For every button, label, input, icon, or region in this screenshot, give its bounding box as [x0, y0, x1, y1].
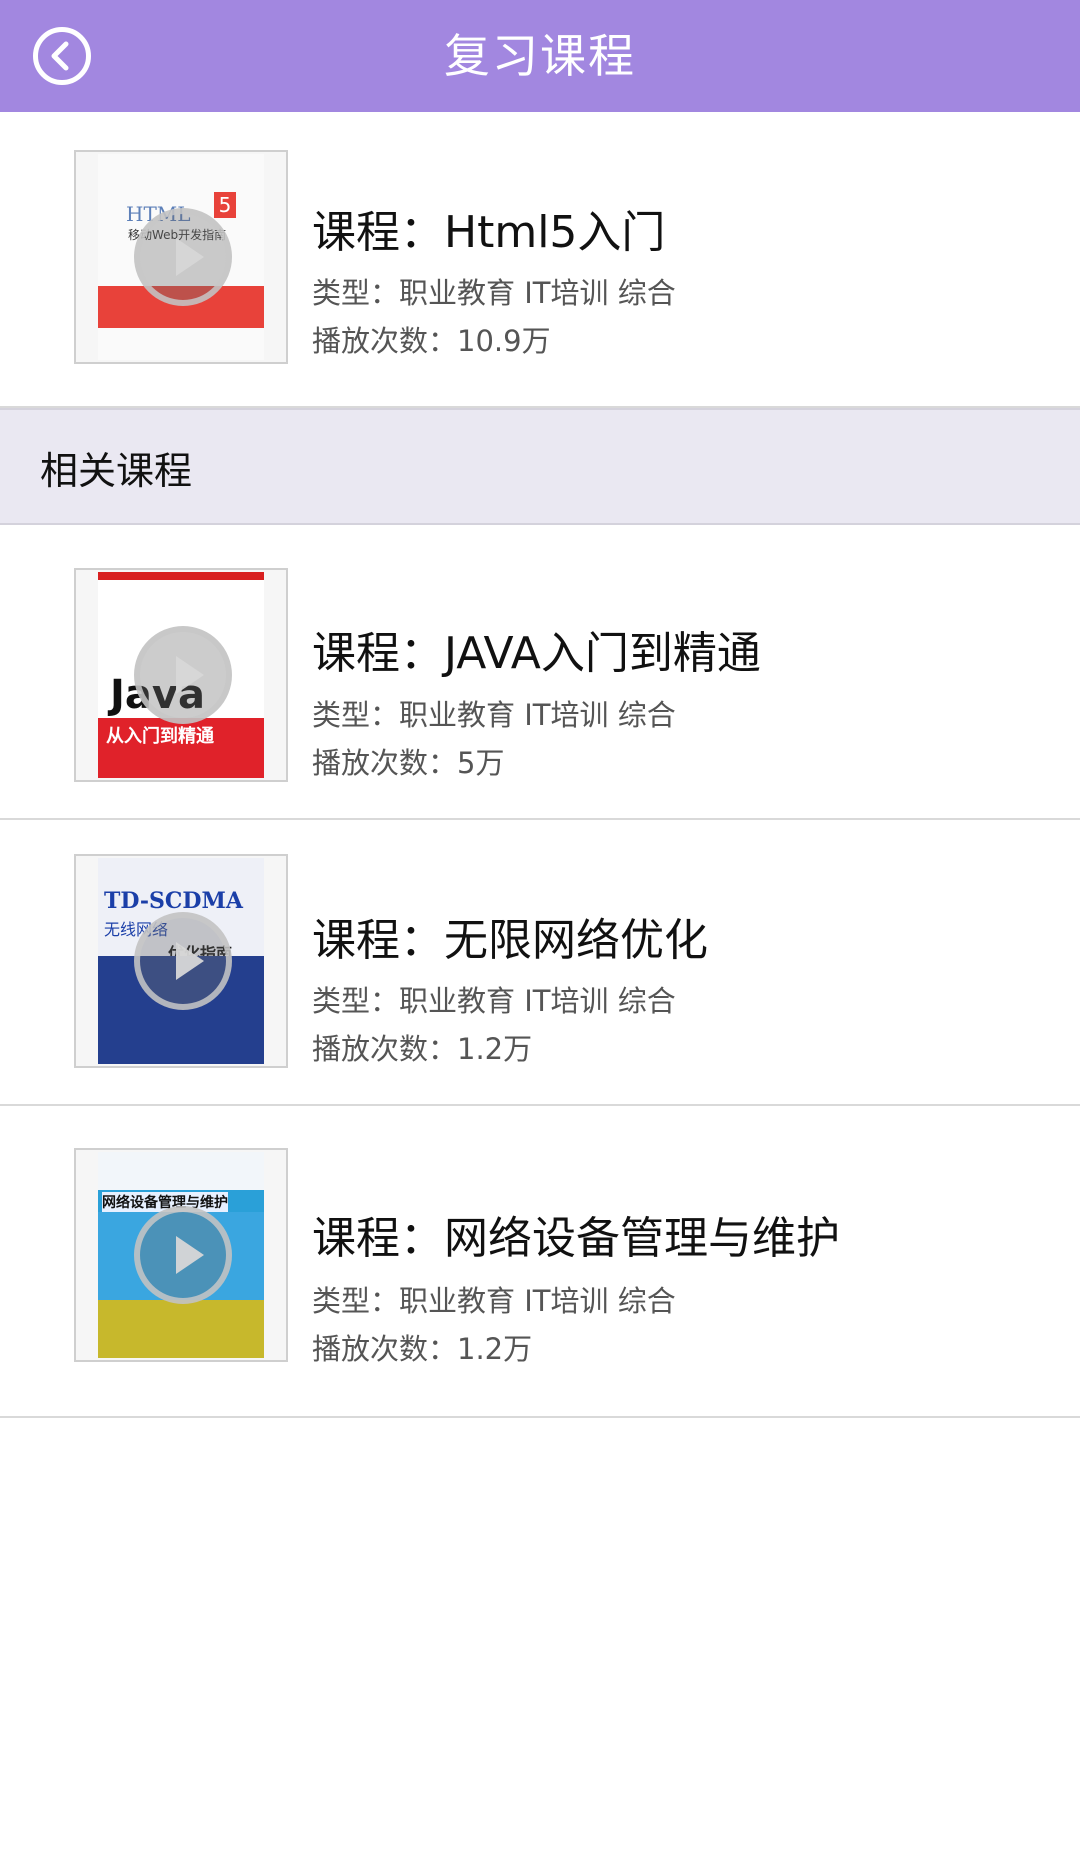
course-title: 课程：网络设备管理与维护 [312, 1213, 840, 1264]
cover-band [98, 1152, 264, 1190]
page-title: 复习课程 [444, 29, 636, 83]
play-icon[interactable] [134, 912, 232, 1010]
course-plays: 播放次数：1.2万 [312, 1032, 533, 1066]
course-type: 类型：职业教育 IT培训 综合 [312, 1284, 676, 1318]
html5-badge: 5 [214, 192, 236, 218]
cover-band [98, 1300, 264, 1358]
course-title: 课程：JAVA入门到精通 [312, 628, 761, 679]
related-course-item[interactable]: 网络设备管理与维护 课程：网络设备管理与维护 类型：职业教育 IT培训 综合 播… [0, 1106, 1080, 1418]
cover-text: 从入门到精通 [106, 726, 214, 747]
course-plays: 播放次数：1.2万 [312, 1332, 533, 1366]
course-type: 类型：职业教育 IT培训 综合 [312, 698, 676, 732]
course-type: 类型：职业教育 IT培训 综合 [312, 984, 676, 1018]
cover-band [98, 572, 264, 580]
related-course-item[interactable]: Java 从入门到精通 课程：JAVA入门到精通 类型：职业教育 IT培训 综合… [0, 525, 1080, 820]
course-thumbnail[interactable]: TD-SCDMA 无线网络 优化指南 [74, 854, 288, 1068]
course-title: 课程：无限网络优化 [312, 915, 708, 966]
course-title: 课程：Html5入门 [312, 207, 666, 258]
course-type: 类型：职业教育 IT培训 综合 [312, 276, 676, 310]
cover-text: TD-SCDMA [104, 888, 243, 914]
play-icon[interactable] [134, 626, 232, 724]
play-icon[interactable] [134, 208, 232, 306]
current-course-item[interactable]: HTML 5 移动Web开发指南 课程：Html5入门 类型：职业教育 IT培训… [0, 112, 1080, 408]
course-thumbnail[interactable]: Java 从入门到精通 [74, 568, 288, 782]
play-icon[interactable] [134, 1206, 232, 1304]
course-thumbnail[interactable]: 网络设备管理与维护 [74, 1148, 288, 1362]
section-title: 相关课程 [40, 449, 193, 493]
header-bar: 复习课程 [0, 0, 1080, 112]
course-plays: 播放次数：10.9万 [312, 324, 551, 358]
course-thumbnail[interactable]: HTML 5 移动Web开发指南 [74, 150, 288, 364]
related-course-item[interactable]: TD-SCDMA 无线网络 优化指南 课程：无限网络优化 类型：职业教育 IT培… [0, 820, 1080, 1106]
related-section-header: 相关课程 [0, 408, 1080, 525]
course-plays: 播放次数：5万 [312, 746, 505, 780]
